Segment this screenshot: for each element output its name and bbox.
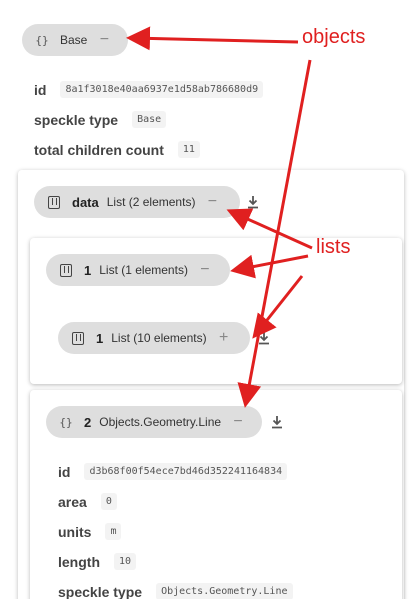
list-10-chip[interactable]: 1 List (10 elements) + (58, 322, 250, 354)
expand-icon[interactable]: + (217, 330, 231, 346)
node-type: Objects.Geometry.Line (99, 415, 222, 429)
prop-value: m (105, 523, 122, 540)
braces-icon: {} (35, 33, 49, 47)
prop-key: speckle type (58, 583, 143, 599)
prop-value: d3b68f00f54ece7bd46d352241164834 (84, 463, 288, 480)
braces-icon: {} (59, 415, 73, 429)
arrow-objects-root (126, 26, 299, 51)
prop-value: 8a1f3018e40aa6937e1d58ab786680d9 (60, 81, 264, 98)
prop-value: Objects.Geometry.Line (156, 583, 293, 599)
download-icon[interactable] (257, 331, 271, 345)
prop-key: total children count (34, 141, 164, 158)
collapse-icon[interactable]: − (97, 32, 111, 48)
prop-value: Base (132, 111, 167, 128)
prop-value: 0 (100, 493, 117, 510)
prop-row-id: id 8a1f3018e40aa6937e1d58ab786680d9 (34, 81, 264, 98)
prop-row-length: length 10 (58, 553, 137, 570)
collapse-icon[interactable]: − (231, 414, 245, 430)
prop-value: 10 (114, 553, 137, 570)
prop-row-speckle-type: speckle type Objects.Geometry.Line (58, 583, 293, 599)
node-name: 1 (96, 330, 104, 346)
node-type: List (2 elements) (106, 195, 196, 209)
node-name: data (72, 194, 99, 210)
node-name: 1 (84, 262, 92, 278)
prop-key: area (58, 493, 87, 510)
list-1-chip[interactable]: 1 List (1 elements) − (46, 254, 230, 286)
node-name: 2 (84, 414, 92, 430)
prop-value: 11 (177, 141, 200, 158)
node-type: List (10 elements) (111, 331, 207, 345)
line-object-chip[interactable]: {} 2 Objects.Geometry.Line − (46, 406, 262, 438)
root-object-type: Base (60, 33, 88, 47)
prop-key: length (58, 553, 100, 570)
list-icon (70, 330, 86, 346)
download-icon[interactable] (270, 415, 284, 429)
prop-row-speckle-type: speckle type Base (34, 111, 167, 128)
list-icon (46, 194, 62, 210)
annotation-lists: lists (316, 236, 351, 258)
node-type: List (1 elements) (99, 263, 188, 277)
prop-row-area: area 0 (58, 493, 117, 510)
list-icon (58, 262, 74, 278)
data-list-chip[interactable]: data List (2 elements) − (34, 186, 240, 218)
prop-key: speckle type (34, 111, 119, 128)
collapse-icon[interactable]: − (205, 194, 219, 210)
prop-key: id (34, 81, 47, 98)
prop-row-children-count: total children count 11 (34, 141, 200, 158)
prop-row-id: id d3b68f00f54ece7bd46d352241164834 (58, 463, 288, 480)
prop-key: units (58, 523, 92, 540)
prop-key: id (58, 463, 71, 480)
collapse-icon[interactable]: − (198, 262, 212, 278)
root-object-chip[interactable]: {} Base − (22, 24, 128, 56)
download-icon[interactable] (246, 195, 260, 209)
prop-row-units: units m (58, 523, 122, 540)
annotation-objects: objects (302, 26, 366, 48)
